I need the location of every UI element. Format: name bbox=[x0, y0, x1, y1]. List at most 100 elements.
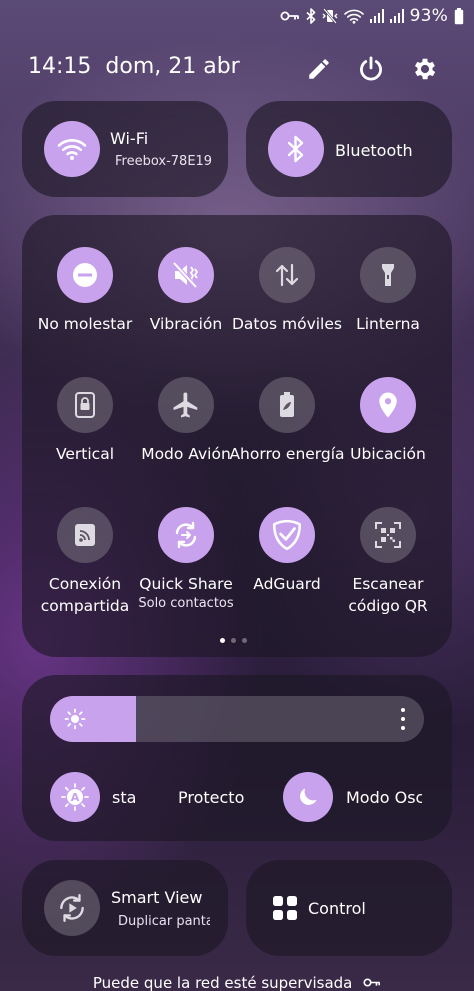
footer-text: Puede que la red esté supervisada bbox=[92, 974, 353, 991]
vertical-button[interactable] bbox=[57, 377, 113, 433]
date-text: dom, 21 abr bbox=[105, 54, 240, 79]
toggle-ahorro-energia[interactable]: Ahorro energía bbox=[229, 377, 345, 497]
network-monitoring-notice: Puede que la red esté supervisada bbox=[0, 974, 474, 991]
dark-mode-button[interactable] bbox=[283, 772, 333, 822]
quick-share-button[interactable] bbox=[158, 507, 214, 563]
smart-view-subtitle: Duplicar panta bbox=[118, 914, 210, 929]
auto-brightness-button[interactable]: A bbox=[50, 772, 100, 822]
adguard-button[interactable] bbox=[259, 507, 315, 563]
battery-saver-icon bbox=[280, 392, 294, 417]
conexion-compartida-button[interactable] bbox=[57, 507, 113, 563]
datos-moviles-button[interactable] bbox=[259, 247, 315, 303]
wifi-network: Freebox-78E19 bbox=[115, 154, 213, 169]
wifi-icon bbox=[57, 139, 87, 160]
rotation-lock-icon bbox=[75, 392, 95, 418]
toggle-label: Datos móviles bbox=[232, 315, 342, 333]
linterna-button[interactable] bbox=[360, 247, 416, 303]
control-tile[interactable]: Control bbox=[246, 860, 452, 956]
toggle-label: No molestar bbox=[37, 315, 133, 333]
header: 14:15 dom, 21 abr bbox=[28, 52, 446, 86]
vibrate-icon bbox=[322, 8, 338, 24]
toggle-ubicacion[interactable]: Ubicación bbox=[336, 377, 440, 497]
page-indicator[interactable] bbox=[220, 638, 247, 643]
toggle-linterna[interactable]: Linterna bbox=[336, 247, 440, 367]
smart-view-tile[interactable]: Smart View Duplicar panta bbox=[22, 860, 228, 956]
toggle-quick-share[interactable]: Quick Share Solo contactos bbox=[134, 507, 238, 627]
toggle-adguard[interactable]: AdGuard bbox=[235, 507, 339, 627]
power-button[interactable] bbox=[354, 52, 388, 86]
toggle-label: Conexión compartida bbox=[40, 575, 130, 615]
auto-brightness-icon: A bbox=[61, 783, 89, 811]
more-vertical-icon[interactable] bbox=[400, 708, 406, 730]
smart-view-title: Smart View bbox=[111, 888, 203, 907]
vpn-key-icon bbox=[363, 978, 381, 987]
shield-check-icon bbox=[272, 519, 302, 551]
toggle-vertical[interactable]: Vertical bbox=[33, 377, 137, 497]
toggle-label: Linterna bbox=[356, 315, 420, 333]
toggle-vibracion[interactable]: Vibración bbox=[134, 247, 238, 367]
bluetooth-title: Bluetooth bbox=[335, 141, 413, 160]
clock[interactable]: 14:15 dom, 21 abr bbox=[28, 54, 240, 79]
dark-mode-label[interactable]: Modo Osc bbox=[346, 788, 422, 807]
flashlight-icon bbox=[382, 264, 394, 286]
status-icons: 93% bbox=[280, 6, 464, 26]
edit-button[interactable] bbox=[302, 52, 336, 86]
toggle-label: Ahorro energía bbox=[229, 445, 345, 463]
status-bar: 93% bbox=[0, 4, 474, 28]
page-dot bbox=[220, 638, 225, 643]
wifi-title: Wi-Fi bbox=[110, 129, 149, 148]
smart-view-button[interactable] bbox=[44, 880, 100, 936]
brightness-fill bbox=[50, 696, 136, 742]
time-text: 14:15 bbox=[28, 54, 92, 79]
bluetooth-icon bbox=[287, 135, 304, 163]
quick-share-icon bbox=[175, 521, 197, 549]
vpn-key-icon bbox=[280, 11, 299, 21]
toggle-label: Escanear código QR bbox=[348, 575, 428, 615]
toggle-datos-moviles[interactable]: Datos móviles bbox=[232, 247, 342, 367]
sun-icon bbox=[64, 708, 86, 730]
qr-scan-icon bbox=[375, 522, 401, 548]
wifi-icon bbox=[343, 9, 364, 24]
moon-icon bbox=[300, 788, 317, 805]
eye-comfort-label[interactable]: Protecto bbox=[178, 788, 246, 807]
toggle-modo-avion[interactable]: Modo Avión bbox=[134, 377, 238, 497]
page-dot bbox=[242, 638, 247, 643]
ubicacion-button[interactable] bbox=[360, 377, 416, 433]
toggle-escanear-qr[interactable]: Escanear código QR bbox=[336, 507, 440, 627]
airplane-icon bbox=[173, 392, 198, 418]
escanear-qr-button[interactable] bbox=[360, 507, 416, 563]
modo-avion-button[interactable] bbox=[158, 377, 214, 433]
signal-icon bbox=[369, 9, 384, 23]
brightness-slider[interactable] bbox=[50, 696, 424, 742]
auto-brightness-label[interactable]: sta bbox=[112, 788, 140, 807]
no-molestar-button[interactable] bbox=[57, 247, 113, 303]
toggle-label: Vertical bbox=[55, 445, 115, 463]
hotspot-icon bbox=[75, 524, 95, 546]
location-icon bbox=[379, 392, 397, 418]
settings-button[interactable] bbox=[408, 52, 442, 86]
do-not-disturb-icon bbox=[73, 263, 97, 287]
battery-percent: 93% bbox=[409, 6, 448, 26]
wifi-tile[interactable]: Wi-Fi Freebox-78E19 bbox=[22, 101, 228, 197]
power-icon bbox=[360, 56, 382, 81]
toggle-label: Ubicación bbox=[350, 445, 426, 463]
toggle-conexion-compartida[interactable]: Conexión compartida bbox=[33, 507, 137, 627]
toggle-label: AdGuard bbox=[253, 575, 321, 593]
vibracion-button[interactable] bbox=[158, 247, 214, 303]
bluetooth-icon bbox=[306, 8, 315, 24]
wifi-toggle[interactable] bbox=[44, 121, 100, 177]
quick-share-sublabel: Solo contactos bbox=[138, 596, 234, 611]
bluetooth-tile[interactable]: Bluetooth bbox=[246, 101, 452, 197]
toggle-no-molestar[interactable]: No molestar bbox=[33, 247, 137, 367]
bluetooth-toggle[interactable] bbox=[268, 121, 324, 177]
control-title: Control bbox=[308, 899, 366, 918]
pencil-icon bbox=[309, 59, 329, 79]
toggle-label: Modo Avión bbox=[141, 445, 231, 463]
ahorro-energia-button[interactable] bbox=[259, 377, 315, 433]
toggle-label: Quick Share Solo contactos bbox=[128, 573, 244, 613]
signal-icon bbox=[389, 9, 404, 23]
svg-text:A: A bbox=[71, 791, 80, 804]
mobile-data-icon bbox=[275, 263, 299, 287]
toggle-label: Vibración bbox=[149, 315, 223, 333]
gear-icon bbox=[414, 58, 436, 80]
